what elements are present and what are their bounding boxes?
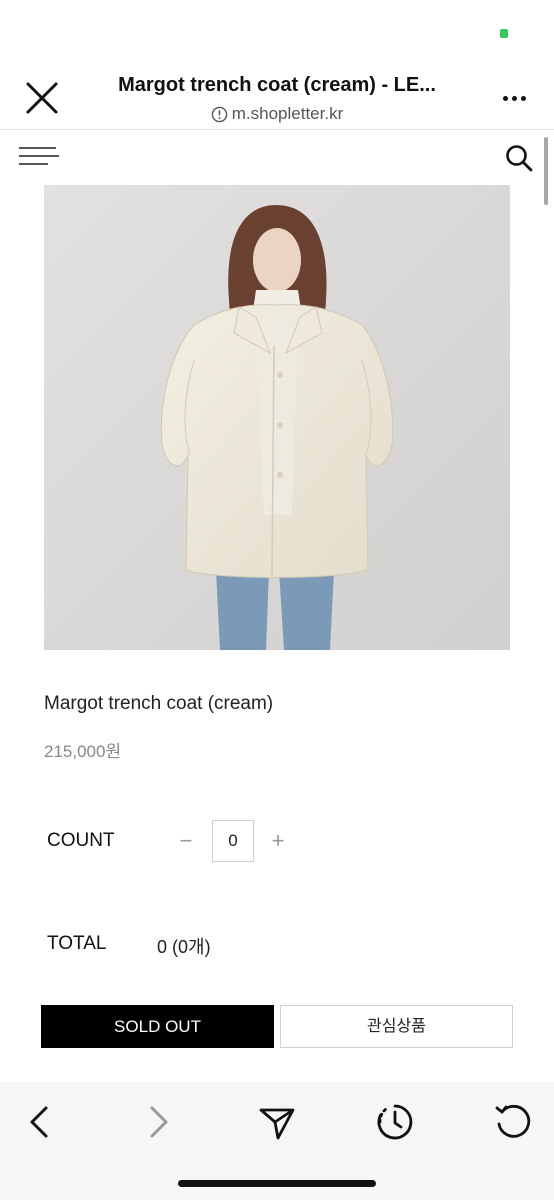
sold-out-button[interactable]: SOLD OUT bbox=[41, 1005, 274, 1048]
reload-icon bbox=[495, 1104, 531, 1138]
more-dot-icon bbox=[511, 95, 517, 101]
site-nav bbox=[0, 131, 554, 181]
menu-button[interactable] bbox=[18, 145, 60, 167]
share-button[interactable] bbox=[257, 1102, 297, 1142]
info-icon bbox=[211, 106, 228, 122]
back-icon bbox=[30, 1106, 48, 1138]
wishlist-button[interactable]: 관심상품 bbox=[280, 1005, 513, 1048]
search-button[interactable] bbox=[504, 143, 534, 173]
product-photo bbox=[44, 185, 510, 650]
count-label: COUNT bbox=[47, 830, 115, 851]
page-title: Margot trench coat (cream) - LE... bbox=[118, 74, 436, 96]
history-button[interactable] bbox=[375, 1102, 415, 1142]
forward-button[interactable] bbox=[138, 1102, 178, 1142]
more-dot-icon bbox=[520, 95, 526, 101]
search-icon bbox=[506, 145, 533, 172]
back-button[interactable] bbox=[20, 1102, 60, 1142]
status-bar bbox=[0, 0, 554, 62]
more-dot-icon bbox=[502, 95, 508, 101]
home-indicator[interactable] bbox=[178, 1180, 376, 1187]
reload-button[interactable] bbox=[493, 1102, 533, 1142]
quantity-input[interactable]: 0 bbox=[212, 820, 254, 862]
close-button[interactable] bbox=[22, 78, 62, 118]
url-display[interactable]: m.shopletter.kr bbox=[96, 104, 458, 124]
product-price: 215,000원 bbox=[44, 742, 122, 761]
hamburger-menu-icon bbox=[19, 147, 59, 165]
quantity-decrease-button[interactable]: − bbox=[174, 826, 198, 856]
history-icon bbox=[377, 1104, 413, 1140]
forward-icon bbox=[150, 1106, 168, 1138]
product-name: Margot trench coat (cream) bbox=[44, 693, 274, 714]
share-icon bbox=[259, 1108, 295, 1140]
product-image[interactable] bbox=[44, 185, 510, 650]
scrollbar[interactable] bbox=[544, 137, 548, 205]
total-value: 0 (0개) bbox=[157, 937, 211, 957]
more-options-button[interactable] bbox=[494, 86, 534, 110]
browser-header: Margot trench coat (cream) - LE... m.sho… bbox=[0, 62, 554, 130]
status-indicator-dot bbox=[500, 29, 508, 38]
url-text: m.shopletter.kr bbox=[231, 104, 344, 123]
close-icon bbox=[26, 82, 58, 114]
total-label: TOTAL bbox=[47, 933, 107, 954]
quantity-increase-button[interactable]: + bbox=[266, 826, 290, 856]
